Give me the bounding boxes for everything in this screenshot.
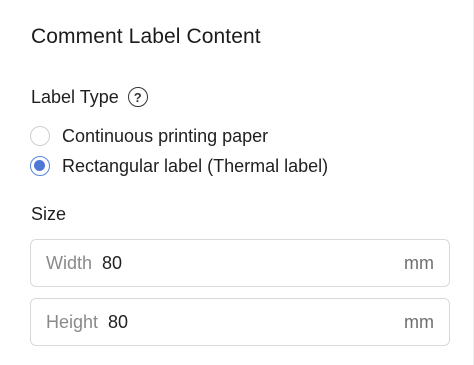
label-type-header: Label Type ? xyxy=(31,85,148,109)
width-field[interactable]: Width mm xyxy=(30,239,450,287)
radio-button-continuous-paper[interactable] xyxy=(30,126,50,146)
radio-option-rectangular-label[interactable]: Rectangular label (Thermal label) xyxy=(30,153,328,179)
height-input[interactable] xyxy=(108,311,404,333)
size-title: Size xyxy=(31,204,67,224)
radio-button-rectangular-label[interactable] xyxy=(30,156,50,176)
comment-label-settings-panel: Comment Label Content Label Type ? Conti… xyxy=(0,0,474,365)
height-field-prefix: Height xyxy=(46,311,99,332)
section-title: Comment Label Content xyxy=(31,25,261,48)
radio-label-continuous-paper: Continuous printing paper xyxy=(62,125,269,146)
height-unit: mm xyxy=(404,311,434,332)
width-field-prefix: Width xyxy=(46,252,93,273)
width-unit: mm xyxy=(404,252,434,273)
width-input[interactable] xyxy=(102,252,404,274)
height-field[interactable]: Height mm xyxy=(30,298,450,346)
radio-label-rectangular-label: Rectangular label (Thermal label) xyxy=(62,155,329,176)
radio-option-continuous-paper[interactable]: Continuous printing paper xyxy=(30,123,268,149)
label-type-title: Label Type xyxy=(31,86,119,107)
question-circle-icon[interactable]: ? xyxy=(127,87,148,107)
